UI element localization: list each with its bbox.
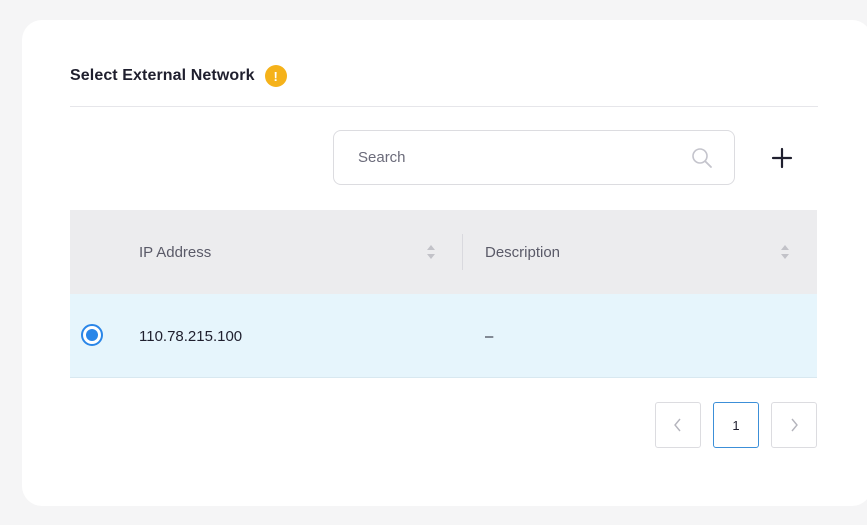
row-radio-button[interactable] <box>81 324 103 346</box>
table-row[interactable]: 110.78.215.100 – <box>70 294 817 378</box>
select-network-card: Select External Network ! IP Address Des… <box>22 20 867 506</box>
column-header-description[interactable]: Description <box>485 210 560 294</box>
column-separator <box>462 234 463 270</box>
chevron-right-icon <box>791 418 798 432</box>
search-input[interactable] <box>356 148 660 167</box>
search-icon[interactable] <box>690 146 714 170</box>
page-title: Select External Network <box>70 67 255 84</box>
previous-page-button[interactable] <box>655 402 701 448</box>
plus-icon <box>771 147 793 169</box>
table-header: IP Address Description <box>70 210 817 294</box>
radio-selected-dot <box>86 329 98 341</box>
search-box[interactable] <box>333 130 735 185</box>
network-table: IP Address Description 110.78.215.100 – <box>70 210 817 378</box>
page-number-button[interactable]: 1 <box>713 402 759 448</box>
ip-address-cell: 110.78.215.100 <box>139 327 243 345</box>
add-button[interactable] <box>768 144 796 172</box>
sort-icon[interactable] <box>426 243 436 261</box>
column-header-ip-address[interactable]: IP Address <box>139 210 211 294</box>
exclamation-icon[interactable]: ! <box>264 65 287 87</box>
divider <box>70 106 818 107</box>
description-cell: – <box>485 327 494 345</box>
chevron-left-icon <box>674 418 681 432</box>
title-row: Select External Network ! <box>70 64 287 88</box>
next-page-button[interactable] <box>771 402 817 448</box>
sort-icon[interactable] <box>780 243 790 261</box>
